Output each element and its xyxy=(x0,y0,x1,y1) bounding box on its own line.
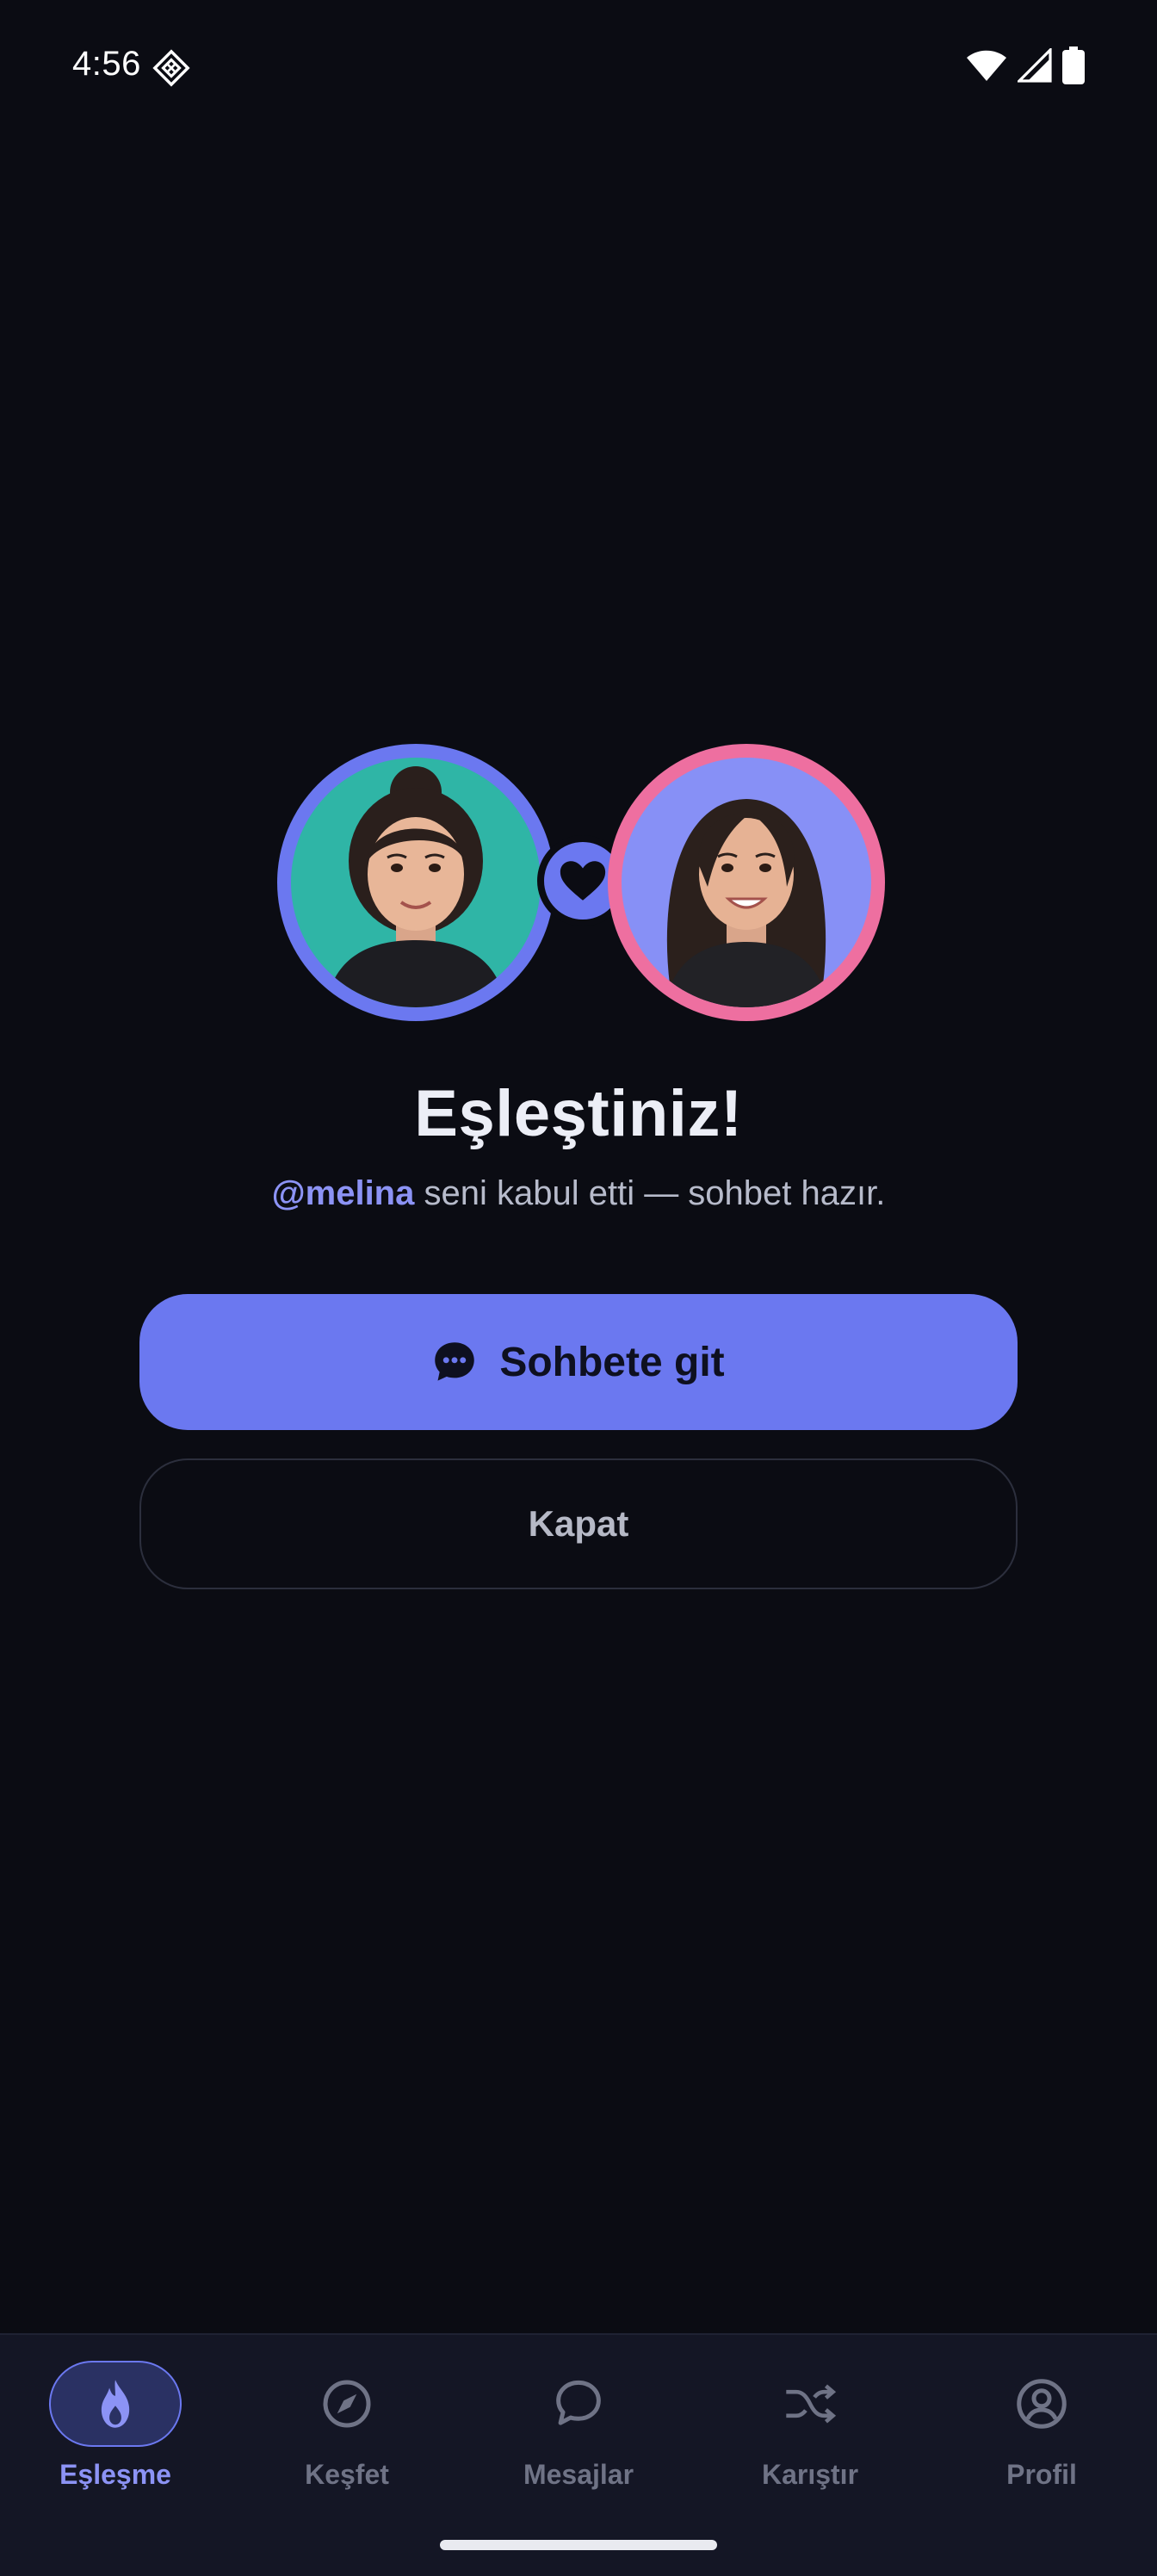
profile-icon xyxy=(1017,2379,1067,2429)
match-handle-link[interactable]: @melina xyxy=(272,1174,415,1212)
chat-icon xyxy=(435,1342,475,1381)
match-avatars xyxy=(274,740,888,1025)
nav-item-messages[interactable]: Mesajlar xyxy=(463,2361,694,2507)
nav-icon-container xyxy=(281,2361,413,2447)
avatar-image-right xyxy=(622,758,871,1007)
nav-item-profile[interactable]: Profil xyxy=(926,2361,1157,2507)
battery-icon xyxy=(1062,46,1085,84)
nav-icon-container xyxy=(744,2361,876,2447)
my-avatar xyxy=(277,744,554,1021)
flame-icon xyxy=(101,2380,130,2428)
home-indicator[interactable] xyxy=(440,2540,717,2550)
nav-icon-container xyxy=(49,2361,182,2447)
nav-label: Eşleşme xyxy=(59,2459,171,2490)
shuffle-icon xyxy=(786,2384,836,2424)
nav-item-discover[interactable]: Keşfet xyxy=(232,2361,462,2507)
signal-icon xyxy=(1018,48,1052,83)
match-subtitle: @melina seni kabul etti — sohbet hazır. xyxy=(0,1174,1157,1213)
status-time: 4:56 xyxy=(72,45,141,83)
nav-icon-container xyxy=(512,2361,645,2447)
avatar-image-left xyxy=(291,758,541,1007)
partner-avatar xyxy=(608,744,885,1021)
match-subtitle-text: seni kabul etti — sohbet hazır. xyxy=(414,1174,886,1212)
wifi-icon xyxy=(967,50,1006,81)
chat-bubbles-icon xyxy=(556,2380,601,2425)
nav-icon-container xyxy=(975,2361,1108,2447)
nav-label: Profil xyxy=(1006,2459,1077,2490)
status-indicators xyxy=(966,46,1085,84)
nav-item-shuffle[interactable]: Karıştır xyxy=(695,2361,925,2507)
nav-label: Karıştır xyxy=(761,2459,859,2490)
heart-icon xyxy=(560,861,606,901)
status-bar: 4:56 xyxy=(0,0,1157,138)
nav-label: Mesajlar xyxy=(523,2459,634,2490)
go-to-chat-label: Sohbete git xyxy=(499,1339,725,1385)
nav-item-matching[interactable]: Eşleşme xyxy=(0,2361,231,2507)
match-title: Eşleştiniz! xyxy=(414,1077,743,1150)
app-notification-icon xyxy=(152,49,190,87)
close-button[interactable]: Kapat xyxy=(139,1458,1018,1589)
close-label: Kapat xyxy=(528,1503,629,1544)
compass-icon xyxy=(323,2380,371,2428)
go-to-chat-button[interactable]: Sohbete git xyxy=(139,1294,1018,1430)
nav-label: Keşfet xyxy=(305,2459,389,2490)
